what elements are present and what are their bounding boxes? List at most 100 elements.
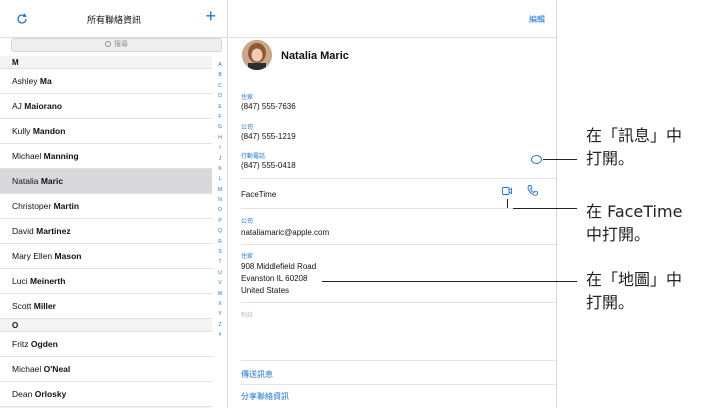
- contact-row[interactable]: AJ Maiorano: [0, 94, 212, 119]
- send-message-button[interactable]: 傳送訊息: [241, 369, 273, 380]
- contact-row[interactable]: Mary Ellen Mason: [0, 244, 212, 269]
- phone-icon[interactable]: [526, 184, 539, 197]
- callout-facetime-line1: 在 FaceTime: [586, 202, 683, 221]
- work-phone-label: 公司: [241, 125, 254, 131]
- divider: [241, 208, 556, 209]
- index-letter[interactable]: S: [214, 247, 226, 257]
- index-letter[interactable]: K: [214, 164, 226, 174]
- contact-row[interactable]: Christoper Martin: [0, 194, 212, 219]
- index-letter[interactable]: C: [214, 81, 226, 91]
- contact-row[interactable]: Luci Meinerth: [0, 269, 212, 294]
- index-letter[interactable]: E: [214, 102, 226, 112]
- divider: [241, 384, 556, 385]
- index-letter[interactable]: D: [214, 91, 226, 101]
- contact-first-name: Ashley: [12, 76, 38, 86]
- index-letter[interactable]: U: [214, 268, 226, 278]
- contact-row[interactable]: Michael O'Neal: [0, 357, 212, 382]
- contacts-list: M Ashley Ma AJ Maiorano Kully Mandon Michael…: [0, 56, 212, 408]
- contact-row[interactable]: Michael Manning: [0, 144, 212, 169]
- contact-row[interactable]: Dean Orlosky: [0, 382, 212, 407]
- contact-last-name: Mason: [54, 251, 82, 261]
- index-letter[interactable]: N: [214, 195, 226, 205]
- index-letter[interactable]: W: [214, 289, 226, 299]
- add-contact-button[interactable]: +: [205, 7, 216, 25]
- contacts-nav-bar: 所有聯絡資訊 +: [0, 0, 228, 38]
- mobile-phone[interactable]: (847) 555-0418: [241, 161, 296, 170]
- address-line-2[interactable]: Evanston IL 60208: [241, 274, 307, 283]
- contact-last-name: Ma: [39, 76, 52, 86]
- index-letter[interactable]: #: [214, 330, 226, 340]
- address-line-1[interactable]: 908 Middlefield Road: [241, 262, 316, 271]
- divider: [241, 360, 556, 361]
- index-letter[interactable]: H: [214, 133, 226, 143]
- contact-first-name: Dean: [12, 389, 33, 399]
- contact-first-name: Scott: [12, 301, 32, 311]
- contacts-title: 所有聯絡資訊: [86, 15, 141, 25]
- index-letter[interactable]: T: [214, 257, 226, 267]
- contact-first-name: Fritz: [12, 339, 29, 349]
- callout-messages-line2: 打開。: [586, 149, 635, 168]
- video-camera-icon[interactable]: [502, 187, 512, 195]
- facetime-label: FaceTime: [241, 190, 277, 199]
- section-header: M: [0, 56, 212, 69]
- index-letter[interactable]: L: [214, 174, 226, 184]
- index-letter[interactable]: J: [214, 154, 226, 164]
- contact-row[interactable]: Natalia Maric: [0, 169, 212, 194]
- contact-row[interactable]: Fritz Ogden: [0, 332, 212, 357]
- index-letter[interactable]: Z: [214, 320, 226, 330]
- contact-last-name: Maric: [40, 176, 64, 186]
- index-letter[interactable]: F: [214, 112, 226, 122]
- callout-facetime-line2: 中打開。: [586, 225, 651, 244]
- divider: [241, 302, 556, 303]
- notes-label[interactable]: 附註: [241, 310, 253, 319]
- section-header: O: [0, 319, 212, 332]
- alphabet-index[interactable]: A B C D E F G H I J K L M N O P Q R S T U V W X Y Z #: [214, 60, 226, 341]
- index-letter[interactable]: R: [214, 237, 226, 247]
- contact-last-name: Martin: [53, 201, 80, 211]
- index-letter[interactable]: Q: [214, 226, 226, 236]
- email-address[interactable]: nataliamaric@apple.com: [241, 228, 329, 237]
- contact-row[interactable]: Scott Miller: [0, 294, 212, 319]
- home-phone[interactable]: (847) 555-7636: [241, 102, 296, 111]
- search-placeholder: 搜尋: [114, 41, 128, 48]
- contact-row[interactable]: David Martinez: [0, 219, 212, 244]
- contact-last-name: Mandon: [32, 126, 66, 136]
- index-letter[interactable]: A: [214, 60, 226, 70]
- edit-button[interactable]: 編輯: [529, 14, 545, 25]
- callout-tick-facetime: [507, 199, 508, 208]
- callout-maps-line1: 在「地圖」中: [586, 270, 683, 289]
- contact-last-name: Martinez: [36, 226, 71, 236]
- index-letter[interactable]: M: [214, 185, 226, 195]
- callout-facetime: 在 FaceTime 中打開。: [586, 200, 682, 246]
- ipad-screen: 所有聯絡資訊 + 搜尋 M Ashley Ma AJ Maiorano Kully M…: [0, 0, 557, 408]
- index-letter[interactable]: X: [214, 299, 226, 309]
- contact-row[interactable]: Ashley Ma: [0, 69, 212, 94]
- index-letter[interactable]: V: [214, 278, 226, 288]
- contact-last-name: O'Neal: [43, 364, 71, 374]
- contact-row[interactable]: Kully Mandon: [0, 119, 212, 144]
- contact-last-name: Ogden: [30, 339, 58, 349]
- index-letter[interactable]: Y: [214, 309, 226, 319]
- index-letter[interactable]: B: [214, 70, 226, 80]
- share-contact-button[interactable]: 分享聯絡資訊: [241, 391, 289, 402]
- work-phone[interactable]: (847) 555-1219: [241, 132, 296, 141]
- index-letter[interactable]: O: [214, 205, 226, 215]
- contact-last-name: Miller: [33, 301, 56, 311]
- address-line-3[interactable]: United States: [241, 286, 289, 295]
- contact-first-name: Christoper: [12, 201, 52, 211]
- contacts-list-panel: 所有聯絡資訊 + 搜尋 M Ashley Ma AJ Maiorano Kully M…: [0, 0, 228, 408]
- index-letter[interactable]: I: [214, 143, 226, 153]
- callout-line-messages: [543, 159, 577, 160]
- search-field[interactable]: 搜尋: [11, 38, 222, 52]
- callout-maps-line2: 打開。: [586, 293, 635, 312]
- contact-first-name: Michael: [12, 364, 42, 374]
- contact-first-name: Natalia: [12, 176, 39, 186]
- contact-first-name: Luci: [12, 276, 28, 286]
- callout-maps: 在「地圖」中 打開。: [586, 268, 682, 314]
- index-letter[interactable]: G: [214, 122, 226, 132]
- contact-first-name: AJ: [12, 101, 22, 111]
- index-letter[interactable]: P: [214, 216, 226, 226]
- message-bubble-icon[interactable]: [531, 155, 542, 164]
- contact-last-name: Maiorano: [24, 101, 63, 111]
- callout-line-facetime: [513, 208, 577, 209]
